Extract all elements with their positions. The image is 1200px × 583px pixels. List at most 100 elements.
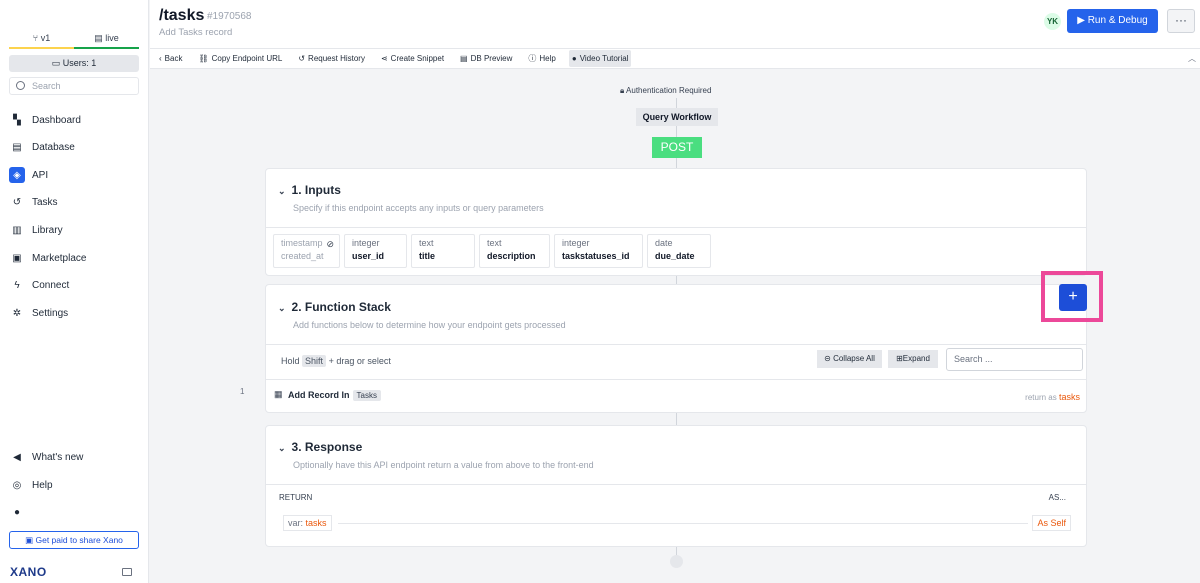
- expand-button[interactable]: ⊞Expand: [888, 350, 938, 368]
- response-title-text: 3. Response: [291, 440, 363, 454]
- as-self-button[interactable]: As Self: [1032, 515, 1071, 531]
- help-label: Help: [539, 54, 556, 63]
- sidebar-item-settings[interactable]: ✲ Settings: [9, 302, 139, 324]
- function-stack-card: ⌄ 2. Function Stack Add functions below t…: [265, 284, 1087, 413]
- sidebar-item-profile[interactable]: ●: [9, 501, 139, 523]
- video-label: Video Tutorial: [579, 54, 629, 63]
- auth-required-label: 🔒︎ Authentication Required: [620, 86, 712, 95]
- inputs-title[interactable]: ⌄ 1. Inputs: [278, 183, 341, 197]
- return-header: RETURN: [279, 493, 313, 502]
- input-taskstatuses-id[interactable]: integer taskstatuses_id: [554, 234, 643, 268]
- sidebar-item-help[interactable]: ◎ Help: [9, 474, 139, 496]
- return-as-text: return as: [1025, 393, 1057, 402]
- branch-switcher: ⑂ v1 ▤ live: [9, 30, 139, 49]
- page-title: /tasks: [159, 7, 205, 24]
- function-stack-title-text: 2. Function Stack: [291, 300, 391, 314]
- xano-logo: XANO: [10, 565, 47, 579]
- collapse-sidebar-icon[interactable]: [122, 568, 132, 576]
- sidebar-item-dashboard[interactable]: ▚ Dashboard: [9, 109, 139, 131]
- help-icon: ◎: [12, 479, 22, 491]
- input-user-id[interactable]: integer user_id: [344, 234, 407, 268]
- history-icon: ↺: [298, 54, 306, 63]
- users-button[interactable]: ▭ Users: 1: [9, 55, 139, 72]
- request-history-button[interactable]: ↺ Request History: [295, 50, 368, 67]
- more-options-button[interactable]: ···: [1167, 9, 1195, 33]
- dashboard-icon: ▚: [13, 114, 21, 126]
- avatar[interactable]: YK: [1044, 13, 1061, 30]
- chevron-down-icon: ⌄: [278, 186, 286, 196]
- hold-rest-text: + drag or select: [328, 356, 391, 366]
- divider: [266, 227, 1086, 228]
- db-preview-button[interactable]: ▤ DB Preview: [457, 50, 515, 67]
- help-button[interactable]: ⓘ Help: [525, 50, 558, 67]
- workflow-end-dot: [670, 555, 683, 568]
- input-due-date[interactable]: date due_date: [647, 234, 711, 268]
- create-snippet-button[interactable]: ⋖ Create Snippet: [378, 50, 447, 67]
- record-label: Add Record In: [288, 390, 350, 400]
- sidebar-item-label: Library: [32, 224, 63, 236]
- chevron-down-icon: ⌄: [278, 443, 286, 453]
- chevron-down-icon: ⌄: [278, 303, 286, 313]
- sidebar-item-whats-new[interactable]: ◀ What's new: [9, 446, 139, 468]
- response-card: ⌄ 3. Response Optionally have this API en…: [265, 425, 1087, 547]
- add-record-step[interactable]: Add Record In Tasks: [288, 390, 381, 401]
- input-name: created_at: [281, 251, 324, 261]
- sidebar-search-input[interactable]: Search: [9, 77, 139, 95]
- chevron-up-icon[interactable]: ︿: [1188, 53, 1196, 64]
- eye-off-icon[interactable]: ⊘: [326, 239, 334, 250]
- sidebar-item-label: Connect: [32, 279, 70, 291]
- sidebar-item-database[interactable]: ▤ Database: [9, 136, 139, 158]
- return-as-label: return as tasks: [1025, 392, 1080, 402]
- user-icon: ●: [13, 506, 21, 518]
- sidebar-item-label: Help: [32, 479, 53, 491]
- back-label: Back: [164, 54, 183, 63]
- info-icon: ⓘ: [528, 54, 537, 63]
- sidebar-item-api[interactable]: ◈ API: [9, 164, 139, 186]
- history-label: Request History: [308, 54, 365, 63]
- sidebar-item-connect[interactable]: ϟ Connect: [9, 274, 139, 296]
- input-type: integer: [562, 238, 590, 248]
- function-search-input[interactable]: Search ...: [946, 348, 1083, 371]
- input-description[interactable]: text description: [479, 234, 550, 268]
- input-title[interactable]: text title: [411, 234, 475, 268]
- back-button[interactable]: ‹ Back: [156, 50, 185, 67]
- connect-icon: ϟ: [14, 279, 20, 291]
- chevron-left-icon: ‹: [159, 54, 162, 63]
- share-icon: ⋖: [380, 54, 388, 63]
- auth-text: Authentication Required: [626, 86, 712, 95]
- return-variable[interactable]: var: tasks: [283, 515, 332, 531]
- response-title[interactable]: ⌄ 3. Response: [278, 440, 362, 454]
- sidebar-item-label: Database: [32, 141, 75, 153]
- branch-live-tab[interactable]: ▤ live: [74, 30, 139, 49]
- copy-label: Copy Endpoint URL: [211, 54, 283, 63]
- input-created-at[interactable]: timestamp created_at ⊘: [273, 234, 340, 268]
- divider: [266, 379, 1086, 380]
- db-label: DB Preview: [470, 54, 513, 63]
- sidebar-item-tasks[interactable]: ↺ Tasks: [9, 191, 139, 213]
- sidebar-item-library[interactable]: ▥ Library: [9, 219, 139, 241]
- branch-v1-label: v1: [40, 33, 51, 43]
- step-number: 1: [240, 387, 245, 396]
- hold-text: Hold: [281, 356, 300, 366]
- collapse-all-button[interactable]: ⊝ Collapse All: [817, 350, 882, 368]
- share-label: Get paid to share Xano: [35, 535, 123, 545]
- run-label: Run & Debug: [1087, 15, 1148, 26]
- input-type: date: [655, 238, 673, 248]
- branch-v1-tab[interactable]: ⑂ v1: [9, 30, 74, 49]
- sidebar-item-marketplace[interactable]: ▣ Marketplace: [9, 247, 139, 269]
- sidebar-item-label: Marketplace: [32, 252, 87, 264]
- users-label: Users: 1: [62, 58, 97, 68]
- inputs-description: Specify if this endpoint accepts any inp…: [293, 203, 544, 213]
- input-type: text: [487, 238, 502, 248]
- branch-live-label: live: [105, 33, 119, 43]
- run-debug-button[interactable]: ▶ Run & Debug: [1067, 9, 1158, 33]
- page-header: /tasks #1970568 Add Tasks record YK ▶ Ru…: [150, 0, 1200, 48]
- search-placeholder: Search: [32, 81, 61, 91]
- share-button[interactable]: ▣ Get paid to share Xano: [9, 531, 139, 549]
- function-stack-title[interactable]: ⌄ 2. Function Stack: [278, 300, 391, 314]
- endpoint-toolbar: ‹ Back ⛓ Copy Endpoint URL ↺ Request Histor…: [150, 48, 1200, 69]
- collapse-label: Collapse All: [833, 354, 875, 363]
- copy-endpoint-url-button[interactable]: ⛓ Copy Endpoint URL: [195, 50, 285, 67]
- app-root: ⑂ v1 ▤ live ▭ Users: 1 Search ▚ Dashboard…: [0, 0, 1200, 583]
- video-tutorial-button[interactable]: ● Video Tutorial: [568, 50, 632, 67]
